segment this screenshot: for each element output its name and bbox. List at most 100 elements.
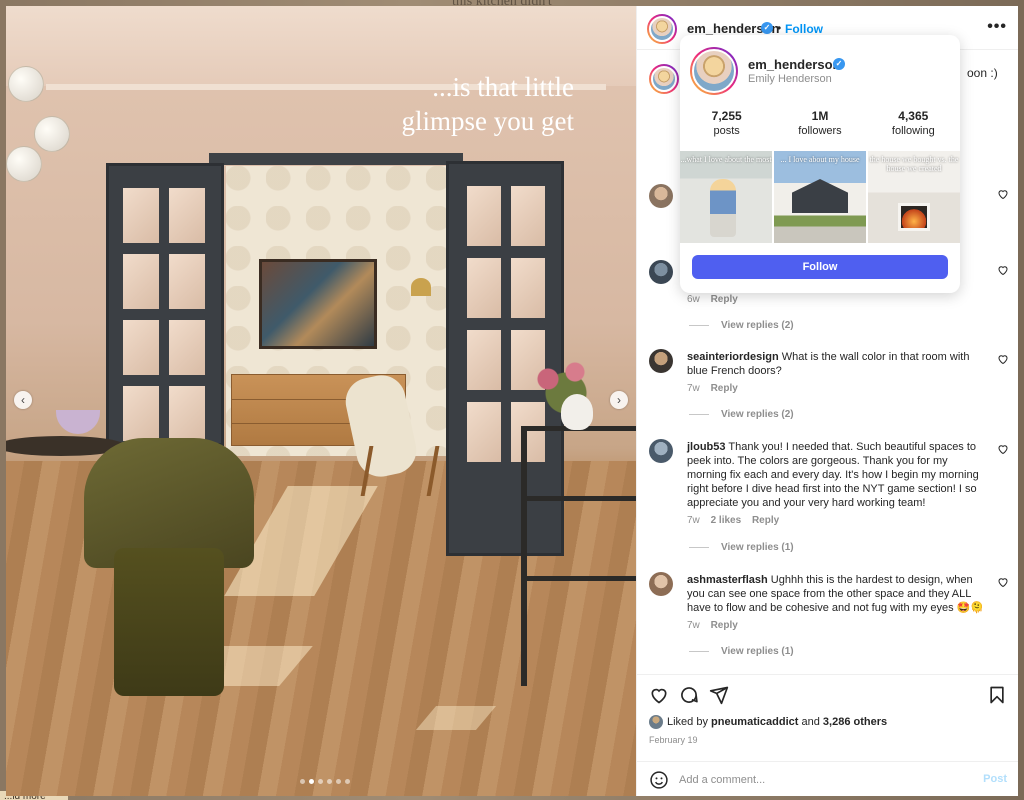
photo-bowl xyxy=(56,410,100,434)
comment-time: 7w xyxy=(687,620,700,631)
heart-icon[interactable] xyxy=(997,188,1009,200)
photo-door-frame xyxy=(209,153,463,165)
comment-meta: 7w Reply xyxy=(687,620,746,631)
post-actions: Liked by pneumaticaddict and 3,286 other… xyxy=(637,674,1018,796)
overlay-line-2: glimpse you get xyxy=(401,106,574,136)
caption-text: oon :) xyxy=(967,66,998,80)
prev-slide-button[interactable]: ‹ xyxy=(14,391,32,409)
commenter-avatar[interactable] xyxy=(649,349,673,373)
comment-text: jloub53 Thank you! I needed that. Such b… xyxy=(687,440,987,510)
verified-icon: ✓ xyxy=(833,58,845,70)
slide-dot xyxy=(327,779,332,784)
post-comment-button[interactable]: Post xyxy=(983,773,1007,785)
card-avatar[interactable] xyxy=(690,47,738,95)
photo-console xyxy=(521,426,636,686)
recent-post-thumb[interactable]: ... I love about my house xyxy=(774,151,866,243)
comment-composer: Post xyxy=(637,761,1018,796)
view-replies-button[interactable]: View replies (2) xyxy=(689,320,794,331)
liker-avatar[interactable] xyxy=(649,715,663,729)
slide-dot xyxy=(345,779,350,784)
likes-others[interactable]: 3,286 others xyxy=(823,716,887,728)
comment-meta: 6w Reply xyxy=(687,294,746,305)
slide-indicator xyxy=(300,779,350,784)
comment-input[interactable] xyxy=(679,771,959,789)
recent-posts-grid: ...what I love about the most ... I love… xyxy=(680,151,960,243)
share-icon[interactable] xyxy=(709,685,729,705)
view-replies-button[interactable]: View replies (2) xyxy=(689,409,794,420)
header-separator: • xyxy=(777,21,782,35)
thumb-caption: ...what I love about the most xyxy=(680,155,772,164)
comment-text: ashmasterflash Ughhh this is the hardest… xyxy=(687,573,987,615)
heart-icon[interactable] xyxy=(997,443,1009,455)
heart-icon[interactable] xyxy=(649,685,669,705)
comment-time: 7w xyxy=(687,515,700,526)
photo-painting xyxy=(259,259,377,349)
stat-value: 4,365 xyxy=(898,109,929,123)
likes-count[interactable]: 2 likes xyxy=(711,515,742,526)
reply-button[interactable]: Reply xyxy=(711,620,738,631)
card-username[interactable]: em_henderson xyxy=(748,57,840,72)
stat-label: followers xyxy=(798,125,842,137)
stat-posts: 7,255 posts xyxy=(680,109,773,137)
card-follow-button[interactable]: Follow xyxy=(692,255,948,279)
comment-meta: 7w Reply xyxy=(687,383,746,394)
follow-link[interactable]: Follow xyxy=(785,22,823,36)
reply-button[interactable]: Reply xyxy=(711,294,738,305)
photo-pendant-light xyxy=(6,66,76,196)
slide-dot xyxy=(309,779,314,784)
heart-icon[interactable] xyxy=(997,353,1009,365)
post-date[interactable]: February 19 xyxy=(649,735,698,745)
next-slide-button[interactable]: › xyxy=(610,391,628,409)
slide-dot xyxy=(300,779,305,784)
commenter-avatar[interactable] xyxy=(649,260,673,284)
more-icon[interactable]: ••• xyxy=(987,18,1007,36)
verified-icon: ✓ xyxy=(761,22,773,34)
photo-velvet-chair xyxy=(84,438,254,696)
slide-dot xyxy=(336,779,341,784)
chevron-right-icon: › xyxy=(617,393,621,407)
comment-username[interactable]: seainteriordesign xyxy=(687,351,779,363)
comment-icon[interactable] xyxy=(679,685,699,705)
photo-sconce xyxy=(411,278,431,296)
caption-avatar[interactable] xyxy=(649,64,679,94)
post-photo[interactable]: ...is that little glimpse you get ‹ › xyxy=(6,6,636,796)
comment-time: 7w xyxy=(687,383,700,394)
card-full-name: Emily Henderson xyxy=(748,73,832,85)
reply-button[interactable]: Reply xyxy=(711,383,738,394)
commenter-avatar[interactable] xyxy=(649,572,673,596)
liker-username[interactable]: pneumaticaddict xyxy=(711,716,798,728)
overlay-line-1: ...is that little xyxy=(432,72,574,102)
thumb-caption: ... I love about my house xyxy=(780,155,860,164)
photo-door-left xyxy=(106,163,224,446)
heart-icon[interactable] xyxy=(997,264,1009,276)
reply-button[interactable]: Reply xyxy=(752,515,779,526)
recent-post-thumb[interactable]: the house we bought vs. the house we cre… xyxy=(868,151,960,243)
profile-hover-card: em_henderson ✓ Emily Henderson 7,255 pos… xyxy=(680,35,960,293)
chevron-left-icon: ‹ xyxy=(21,393,25,407)
photo-vase xyxy=(561,394,593,430)
commenter-avatar[interactable] xyxy=(649,439,673,463)
slide-dot xyxy=(318,779,323,784)
stat-value: 7,255 xyxy=(711,109,742,123)
photo-armchair xyxy=(341,370,446,496)
view-replies-button[interactable]: View replies (1) xyxy=(689,542,794,553)
heart-icon[interactable] xyxy=(997,576,1009,588)
author-avatar[interactable] xyxy=(647,14,677,44)
commenter-avatar[interactable] xyxy=(649,184,673,208)
photo-overlay-text: ...is that little glimpse you get xyxy=(314,70,574,138)
comment-time: 6w xyxy=(687,294,700,305)
bookmark-icon[interactable] xyxy=(987,685,1007,705)
stat-label: following xyxy=(891,125,935,137)
comment-text: seainteriordesign What is the wall color… xyxy=(687,350,987,378)
stat-label: posts xyxy=(713,125,740,137)
stat-following[interactable]: 4,365 following xyxy=(867,109,960,137)
recent-post-thumb[interactable]: ...what I love about the most xyxy=(680,151,772,243)
emoji-icon[interactable] xyxy=(649,770,669,790)
view-replies-button[interactable]: View replies (1) xyxy=(689,646,794,657)
likes-and: and xyxy=(798,716,823,728)
stat-followers[interactable]: 1M followers xyxy=(773,109,866,137)
comment-body: Thank you! I needed that. Such beautiful… xyxy=(687,441,979,509)
comment-username[interactable]: ashmasterflash xyxy=(687,574,768,586)
profile-stats: 7,255 posts 1M followers 4,365 following xyxy=(680,109,960,137)
comment-username[interactable]: jloub53 xyxy=(687,441,726,453)
